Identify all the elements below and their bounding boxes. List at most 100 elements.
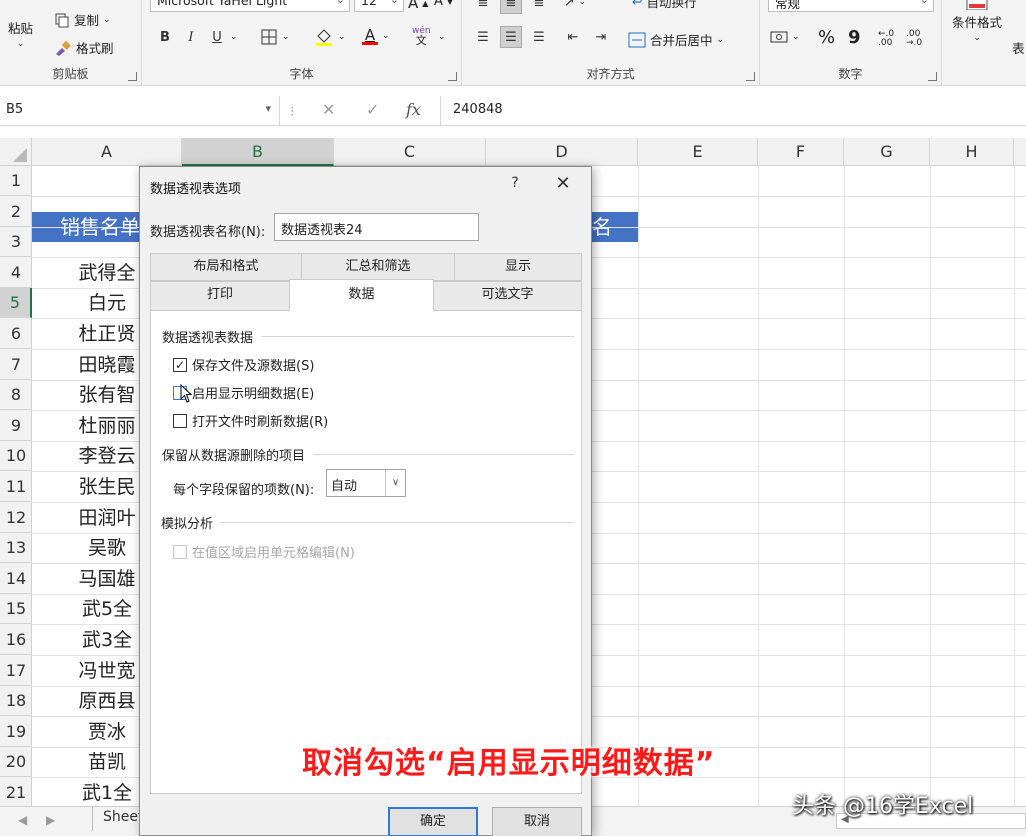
tutorial-caption: 取消勾选“启用显示明细数据” (302, 746, 716, 781)
chevron-down-icon: ⌄ (438, 32, 446, 42)
fill-color-button[interactable]: ⌄ (314, 28, 346, 46)
column-header-b[interactable]: B (182, 138, 334, 166)
increase-indent-button[interactable]: ⇥ (590, 26, 612, 48)
font-size-select[interactable]: 12 ⌄ (354, 0, 404, 12)
align-left-button[interactable]: ☰ (472, 26, 494, 48)
format-painter-button[interactable]: 格式刷 (54, 38, 114, 57)
row-header-19[interactable]: 19 (0, 717, 32, 747)
underline-button[interactable]: U (206, 26, 228, 48)
tab-layout-format[interactable]: 布局和格式 (150, 253, 302, 281)
row-header-21[interactable]: 21 (0, 778, 32, 808)
row-header-5[interactable]: 5 (0, 288, 32, 319)
close-button[interactable]: ✕ (550, 173, 576, 194)
align-right-button[interactable]: ☰ (528, 26, 550, 48)
tab-display[interactable]: 显示 (454, 253, 582, 281)
enable-show-details-option[interactable]: 启用显示明细数据(E) (173, 383, 314, 402)
section-retain-items-label: 保留从数据源删除的项目 (162, 449, 306, 464)
insert-function-button[interactable]: fx (406, 100, 421, 119)
row-header-15[interactable]: 15 (0, 594, 32, 625)
column-header-d[interactable]: D (486, 138, 638, 166)
decrease-indent-button[interactable]: ⇤ (562, 26, 584, 48)
help-button[interactable]: ? (506, 175, 524, 191)
row-header-17[interactable]: 17 (0, 656, 32, 686)
tab-totals-filters[interactable]: 汇总和筛选 (301, 253, 455, 281)
alignment-dialog-launcher-icon[interactable] (746, 72, 755, 81)
column-header-e[interactable]: E (638, 138, 758, 166)
column-header-a[interactable]: A (32, 138, 182, 166)
clipboard-dialog-launcher-icon[interactable] (128, 72, 137, 81)
row-header-2[interactable]: 2 (0, 197, 32, 227)
percent-button[interactable]: % (818, 27, 835, 48)
section-pivot-data-label: 数据透视表数据 (162, 331, 254, 346)
font-dialog-launcher-icon[interactable] (448, 72, 457, 81)
copy-button[interactable]: 复制 ⌄ (54, 10, 111, 29)
row-header-12[interactable]: 12 (0, 503, 32, 533)
shrink-font-button[interactable]: A ▼ (434, 0, 453, 9)
cancel-icon[interactable]: ✕ (322, 100, 335, 119)
decrease-decimal-button[interactable]: .00 →.0 (906, 30, 930, 48)
number-dialog-launcher-icon[interactable] (928, 72, 937, 81)
accounting-format-button[interactable]: ⌄ (770, 30, 800, 44)
check-icon[interactable]: ✓ (366, 100, 379, 119)
row-header-11[interactable]: 11 (0, 472, 32, 502)
align-top-button[interactable]: ≡ (472, 0, 494, 14)
select-all-button[interactable] (0, 138, 32, 166)
italic-button[interactable]: I (180, 26, 202, 48)
tab-alt-text[interactable]: 可选文字 (433, 281, 582, 311)
align-center-button[interactable]: ☰ (500, 26, 522, 48)
column-header-f[interactable]: F (758, 138, 844, 166)
font-name-select[interactable]: Microsoft YaHei Light ⌄ (150, 0, 350, 12)
row-header-20[interactable]: 20 (0, 747, 32, 778)
row-header-4[interactable]: 4 (0, 258, 32, 288)
chevron-down-icon[interactable]: ∨ (385, 470, 405, 496)
increase-decimal-button[interactable]: ←.0 .00 (878, 30, 902, 48)
grow-font-button[interactable]: A ▲ (408, 0, 428, 12)
underline-dropdown[interactable]: ⌄ (230, 32, 238, 42)
row-header-8[interactable]: 8 (0, 380, 32, 411)
format-as-table-button[interactable]: 表 (1012, 38, 1025, 57)
column-header-i[interactable]: I (1014, 138, 1026, 166)
row-header-6[interactable]: 6 (0, 319, 32, 349)
save-source-data-checkbox[interactable]: ✓ (173, 357, 187, 372)
save-source-data-option[interactable]: ✓ 保存文件及源数据(S) (173, 355, 314, 374)
phonetic-button[interactable]: wén 文 (412, 26, 431, 46)
row-header-1[interactable]: 1 (0, 166, 32, 196)
row-header-7[interactable]: 7 (0, 350, 32, 380)
tab-data[interactable]: 数据 (289, 279, 434, 311)
name-box[interactable]: B5 ▾ (0, 96, 280, 126)
tab-printing[interactable]: 打印 (150, 281, 290, 311)
row-header-10[interactable]: 10 (0, 441, 32, 472)
ok-button[interactable]: 确定 (388, 807, 478, 836)
refresh-on-open-option[interactable]: 打开文件时刷新数据(R) (173, 411, 328, 430)
row-header-13[interactable]: 13 (0, 533, 32, 564)
font-color-button[interactable]: A ⌄ (362, 26, 390, 45)
row-header-16[interactable]: 16 (0, 625, 32, 655)
wrap-text-button[interactable]: ↩ 自动换行 (632, 0, 697, 11)
next-sheet-icon[interactable]: ▶ (46, 813, 55, 827)
column-header-c[interactable]: C (334, 138, 486, 166)
comma-style-button[interactable]: 9 (848, 27, 861, 48)
retain-items-select[interactable]: 自动 ∨ (326, 469, 406, 497)
row-header-3[interactable]: 3 (0, 227, 32, 258)
cancel-button[interactable]: 取消 (492, 807, 582, 836)
number-format-select[interactable]: 常规 ⌄ (768, 0, 934, 12)
formula-bar-splitter[interactable]: ⁝ (290, 104, 294, 120)
align-middle-button[interactable]: ≡ (500, 0, 522, 14)
borders-button[interactable]: ⌄ (260, 28, 290, 46)
paste-button[interactable]: 粘贴 ⌄ (8, 18, 33, 49)
row-header-14[interactable]: 14 (0, 564, 32, 594)
column-header-h[interactable]: H (930, 138, 1014, 166)
row-header-9[interactable]: 9 (0, 411, 32, 441)
align-bottom-button[interactable]: ≡ (528, 0, 550, 14)
prev-sheet-icon[interactable]: ◀ (18, 813, 27, 827)
merge-center-button[interactable]: 合并后居中 ⌄ (628, 30, 724, 49)
row-header-18[interactable]: 18 (0, 686, 32, 717)
conditional-format-button[interactable]: 条件格式 ⌄ (952, 0, 1002, 43)
bold-button[interactable]: B (154, 26, 176, 48)
pivottable-name-input[interactable]: 数据透视表24 (274, 213, 479, 241)
formula-input[interactable]: 240848 (440, 96, 1026, 126)
refresh-on-open-checkbox[interactable] (173, 413, 187, 428)
orientation-button[interactable]: ↗ ⌄ (564, 0, 586, 9)
column-header-g[interactable]: G (844, 138, 930, 166)
phonetic-dropdown[interactable]: ⌄ (438, 32, 446, 42)
